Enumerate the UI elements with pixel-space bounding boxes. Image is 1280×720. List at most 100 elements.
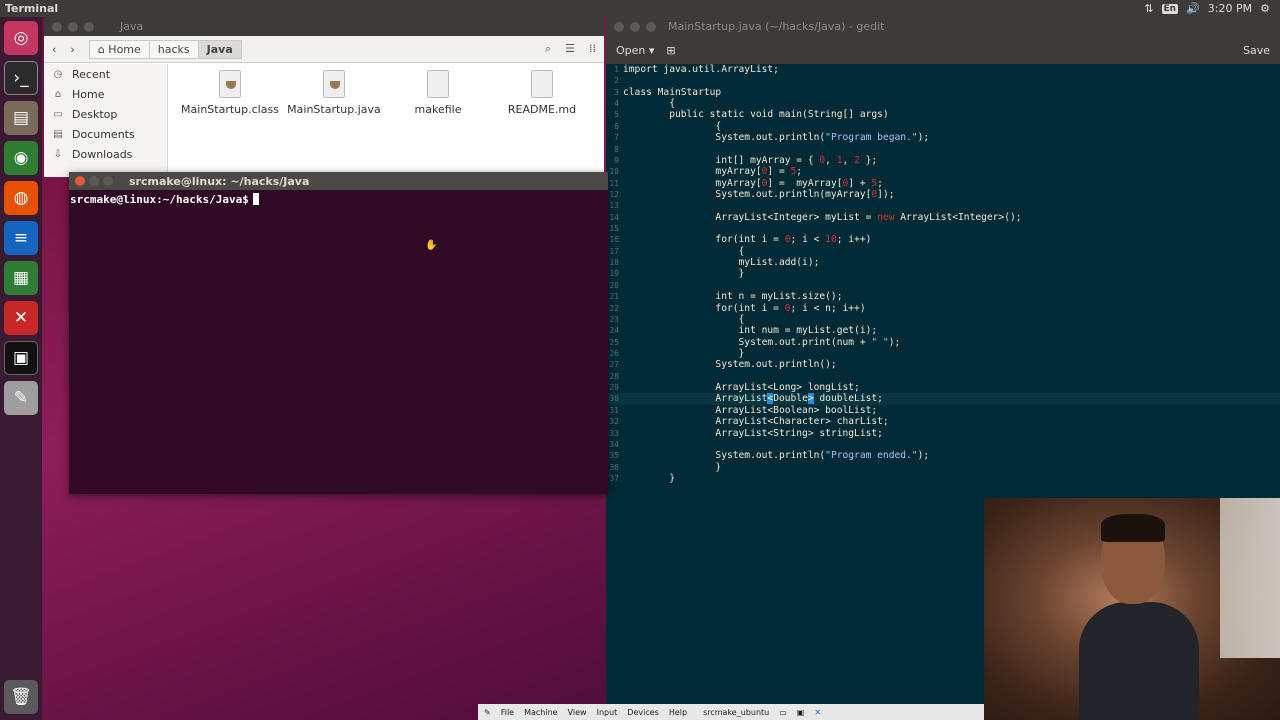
breadcrumb-hacks[interactable]: hacks (148, 39, 199, 59)
back-arrow-icon[interactable]: ‹ (52, 43, 56, 56)
sidebar-item-label: Recent (72, 67, 111, 81)
java-file-icon (219, 70, 241, 98)
terminal-window[interactable]: srcmake@linux: ~/hacks/Java srcmake@linu… (69, 172, 608, 494)
launcher: ◎ ›_ ▤ ◉ ◍ ≡ ▦ ✕ ▣ ✎ 🗑 (0, 17, 42, 720)
network-icon[interactable]: ⇅ (1144, 2, 1153, 15)
files-sidebar: ◷ Recent ⌂ Home ▭ Desktop ▤ Documents ⇩ Downl… (44, 64, 168, 177)
folder-icon: ▭ (53, 108, 63, 120)
volume-icon[interactable]: 🔊 (1186, 2, 1200, 15)
vbox-vm-name: srcmake_ubuntu (703, 707, 770, 717)
forward-arrow-icon[interactable]: › (70, 43, 74, 56)
vbox-menu-help[interactable]: Help (669, 708, 687, 717)
power-gear-icon[interactable]: ⚙ (1260, 2, 1270, 15)
terminal-prompt: srcmake@linux:~/hacks/Java$ (70, 193, 249, 206)
file-manager-window: Java ‹ › ⌂ Home hacks Java ⌕ ☰ ⁞⁞ ◷ Recen… (44, 17, 604, 177)
close-button[interactable] (75, 176, 85, 186)
text-editor-icon[interactable]: ✎ (4, 381, 38, 415)
vbox-menu-file[interactable]: File (501, 708, 514, 717)
home-icon: ⌂ (54, 88, 62, 100)
files-toolbar: ‹ › ⌂ Home hacks Java ⌕ ☰ ⁞⁞ (44, 36, 604, 63)
files-content: MainStartup.class MainStartup.java makef… (168, 64, 604, 177)
minimize-button[interactable] (89, 176, 99, 186)
vbox-menu-machine[interactable]: Machine (524, 708, 558, 717)
sidebar-item-label: Downloads (72, 147, 133, 161)
calc-icon[interactable]: ▦ (4, 261, 38, 295)
maximize-button[interactable] (103, 176, 113, 186)
breadcrumb-java[interactable]: Java (197, 39, 242, 59)
files-titlebar: Java (44, 17, 604, 36)
terminal-title: srcmake@linux: ~/hacks/Java (129, 174, 310, 188)
gedit-titlebar: MainStartup.java (~/hacks/Java) - gedit (606, 17, 1280, 36)
sidebar-item-desktop[interactable]: ▭ Desktop (44, 104, 167, 124)
vbox-menu-view[interactable]: View (568, 708, 587, 717)
java-file-icon (323, 70, 345, 98)
trash-icon[interactable]: 🗑 (4, 680, 38, 714)
gedit-window-title: MainStartup.java (~/hacks/Java) - gedit (668, 20, 885, 33)
active-app-title: Terminal (5, 2, 59, 15)
grab-hand-cursor-icon: ✋ (425, 240, 438, 251)
settings-icon[interactable]: ✕ (4, 301, 38, 335)
webcam-overlay (984, 498, 1280, 720)
vbox-restore-icon[interactable]: ▣ (797, 708, 805, 717)
breadcrumb-home[interactable]: ⌂ Home (88, 39, 150, 59)
vbox-menu-input[interactable]: Input (597, 708, 618, 717)
vbox-edit-icon[interactable]: ✎ (484, 708, 491, 717)
ubuntu-dash-icon[interactable]: ◎ (4, 21, 38, 55)
file-name: MainStartup.java (287, 103, 381, 116)
terminal-icon[interactable]: ›_ (4, 61, 38, 95)
sidebar-item-downloads[interactable]: ⇩ Downloads (44, 144, 167, 164)
minimize-button[interactable] (68, 21, 78, 32)
new-tab-icon[interactable]: ⊞ (666, 44, 675, 57)
close-button[interactable] (614, 21, 624, 32)
text-file-icon (531, 70, 553, 98)
text-cursor (252, 193, 259, 205)
gedit-toolbar: Open ▾ ⊞ Save (606, 36, 1280, 64)
file-item[interactable]: MainStartup.java (282, 64, 386, 177)
grid-view-icon[interactable]: ⁞⁞ (589, 42, 596, 56)
vbox-menu-devices[interactable]: Devices (627, 708, 659, 717)
list-view-icon[interactable]: ☰ (565, 42, 575, 56)
chrome-icon[interactable]: ◉ (4, 141, 38, 175)
save-button[interactable]: Save (1243, 44, 1270, 57)
sidebar-item-recent[interactable]: ◷ Recent (44, 64, 167, 84)
download-icon: ⇩ (53, 148, 63, 160)
breadcrumb: ⌂ Home hacks Java (88, 39, 242, 59)
minimize-button[interactable] (630, 21, 640, 32)
top-panel: Terminal ⇅ En 🔊 3:20 PM ⚙ (0, 0, 1280, 17)
presenter (1079, 514, 1199, 720)
keyboard-layout-indicator[interactable]: En (1161, 3, 1179, 14)
file-name: makefile (414, 103, 462, 116)
terminal-body[interactable]: srcmake@linux:~/hacks/Java$ (69, 190, 608, 206)
file-name: README.md (507, 103, 577, 116)
sidebar-item-home[interactable]: ⌂ Home (44, 84, 167, 104)
clock-icon: ◷ (53, 68, 63, 80)
vbox-icon[interactable]: ▣ (4, 341, 38, 375)
open-label: Open (616, 43, 646, 57)
clock[interactable]: 3:20 PM (1208, 2, 1252, 15)
files-window-title: Java (120, 20, 144, 33)
file-item[interactable]: MainStartup.class (178, 64, 282, 177)
sidebar-item-label: Desktop (72, 107, 118, 121)
current-line-highlight: 30 ArrayList<Double> doubleList; (606, 393, 1280, 405)
documents-icon: ▤ (53, 128, 63, 140)
terminal-titlebar: srcmake@linux: ~/hacks/Java (69, 172, 608, 190)
search-icon[interactable]: ⌕ (545, 42, 551, 56)
sidebar-item-label: Home (72, 87, 105, 101)
maximize-button[interactable] (84, 21, 94, 32)
sidebar-item-documents[interactable]: ▤ Documents (44, 124, 167, 144)
text-file-icon (427, 70, 449, 98)
vbox-close-icon[interactable]: ✕ (814, 708, 821, 717)
open-button[interactable]: Open ▾ (616, 44, 654, 57)
files-icon[interactable]: ▤ (4, 101, 38, 135)
file-name: MainStartup.class (181, 103, 279, 116)
writer-icon[interactable]: ≡ (4, 221, 38, 255)
system-tray: ⇅ En 🔊 3:20 PM ⚙ (1144, 2, 1280, 15)
firefox-icon[interactable]: ◍ (4, 181, 38, 215)
file-item[interactable]: makefile (386, 64, 490, 177)
virtualbox-statusbar: ✎ File Machine View Input Devices Help s… (478, 704, 984, 720)
vbox-minimize-icon[interactable]: ▭ (779, 708, 787, 717)
close-button[interactable] (52, 21, 62, 32)
maximize-button[interactable] (646, 21, 656, 32)
sidebar-item-label: Documents (72, 127, 135, 141)
file-item[interactable]: README.md (490, 64, 594, 177)
